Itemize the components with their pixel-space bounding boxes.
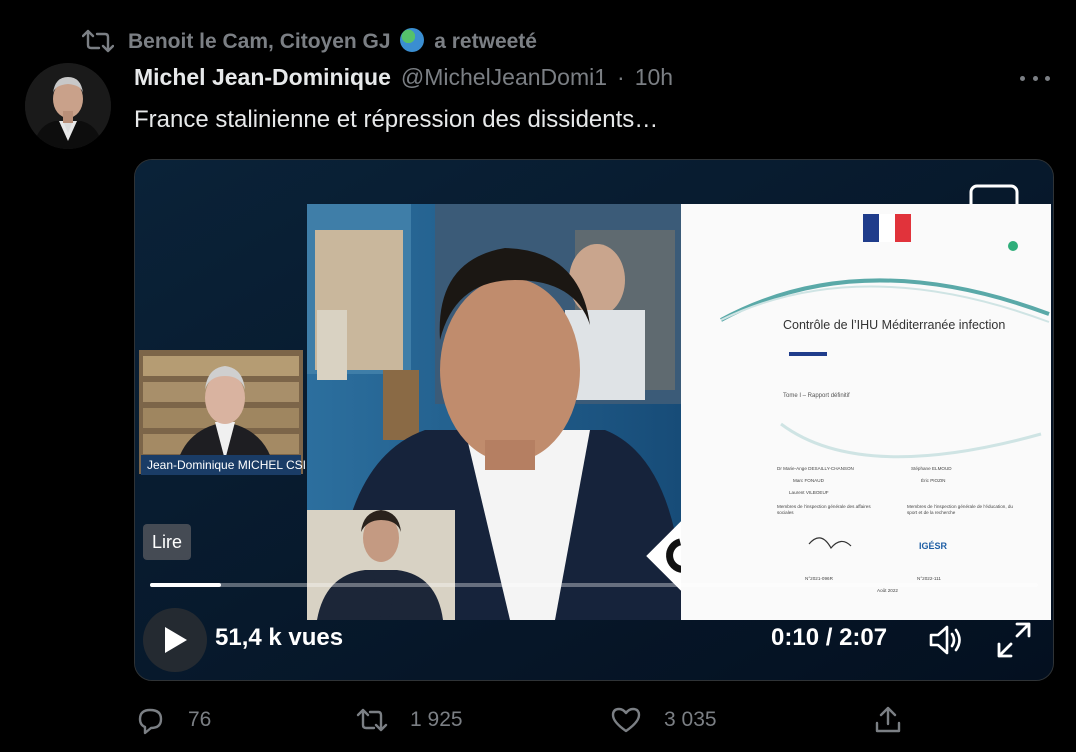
globe-icon — [400, 28, 425, 52]
more-icon[interactable] — [1020, 66, 1050, 90]
play-button[interactable] — [143, 608, 207, 672]
document-name-5: Éric PIOZIN — [921, 478, 946, 483]
inset-caption: Jean-Dominique MICHEL CSI — [141, 455, 306, 475]
retweet-context: Benoit le Cam, Citoyen GJ a retweeté — [82, 26, 537, 56]
document-ref-1: N°2021-096R — [805, 576, 833, 581]
retweet-action-text: a retweeté — [434, 30, 537, 53]
duration: 2:07 — [839, 624, 888, 651]
fullscreen-icon — [997, 622, 1031, 658]
action-bar: 76 1 925 3 035 — [134, 700, 914, 740]
document-name-4: Stéphane ELMOUD — [911, 466, 952, 471]
author-name[interactable]: Michel Jean-Dominique — [134, 64, 391, 91]
author-handle[interactable]: @MichelJeanDomi1 — [401, 64, 607, 91]
retweet-button[interactable]: 1 925 — [356, 700, 463, 740]
share-button[interactable] — [872, 700, 904, 740]
current-time: 0:10 — [771, 624, 820, 651]
timecode: 0:10 / 2:07 — [771, 624, 887, 652]
time-separator: / — [825, 624, 833, 651]
reply-icon — [138, 708, 163, 735]
heart-icon — [611, 707, 641, 733]
progress-bar[interactable] — [150, 583, 1038, 587]
retweet-count: 1 925 — [410, 708, 463, 731]
header-separator: · — [617, 64, 625, 90]
fullscreen-button[interactable] — [995, 620, 1033, 660]
progress-fill — [150, 583, 222, 587]
play-icon — [165, 627, 187, 653]
document-org-1: Membres de l’inspection générale des aff… — [777, 504, 871, 515]
document-ref-2: N°2022-111 — [917, 576, 941, 581]
document-subtitle: Tome I – Rapport définitif — [783, 393, 850, 399]
retweeter-link[interactable]: Benoit le Cam, Citoyen GJ a retweeté — [128, 28, 537, 54]
document-name-1: Dr Marie-Ange DESAILLY-CHANSON — [777, 466, 854, 471]
tweet-text: France stalinienne et répression des dis… — [134, 106, 659, 133]
tweet-header: Michel Jean-Dominique @MichelJeanDomi1 ·… — [134, 64, 673, 96]
tweet-time[interactable]: 10h — [635, 64, 673, 91]
avatar-photo — [25, 63, 111, 149]
reply-button[interactable]: 76 — [134, 700, 211, 740]
lire-button[interactable]: Lire — [143, 524, 192, 560]
video-player[interactable]: Jean-Dominique MICHEL CSI IGÉSR Contrôle… — [134, 159, 1054, 681]
volume-icon — [929, 625, 961, 655]
retweet-icon — [356, 708, 388, 732]
like-button[interactable]: 3 035 — [610, 700, 717, 740]
document-title: Contrôle de l’IHU Méditerranée infection — [783, 318, 1006, 332]
document-org-2: Membres de l’inspection générale de l’éd… — [907, 504, 1013, 515]
avatar[interactable] — [25, 63, 111, 149]
reply-count: 76 — [188, 708, 212, 731]
document-graphics: IGÉSR — [720, 214, 1050, 551]
document-name-3: Laurent VILBOEUF — [789, 490, 829, 495]
volume-button[interactable] — [927, 620, 967, 660]
document-overlay: IGÉSR Contrôle de l’IHU Méditerranée inf… — [681, 204, 1051, 620]
document-date: Août 2022 — [877, 588, 898, 593]
view-count: 51,4 k vues — [215, 624, 344, 651]
document-name-2: Marc FONAUD — [793, 478, 824, 483]
retweeter-name[interactable]: Benoit le Cam, Citoyen GJ — [128, 30, 391, 53]
svg-text:IGÉSR: IGÉSR — [919, 541, 948, 551]
share-icon — [875, 706, 901, 733]
retweet-icon — [82, 29, 114, 53]
like-count: 3 035 — [664, 708, 717, 731]
